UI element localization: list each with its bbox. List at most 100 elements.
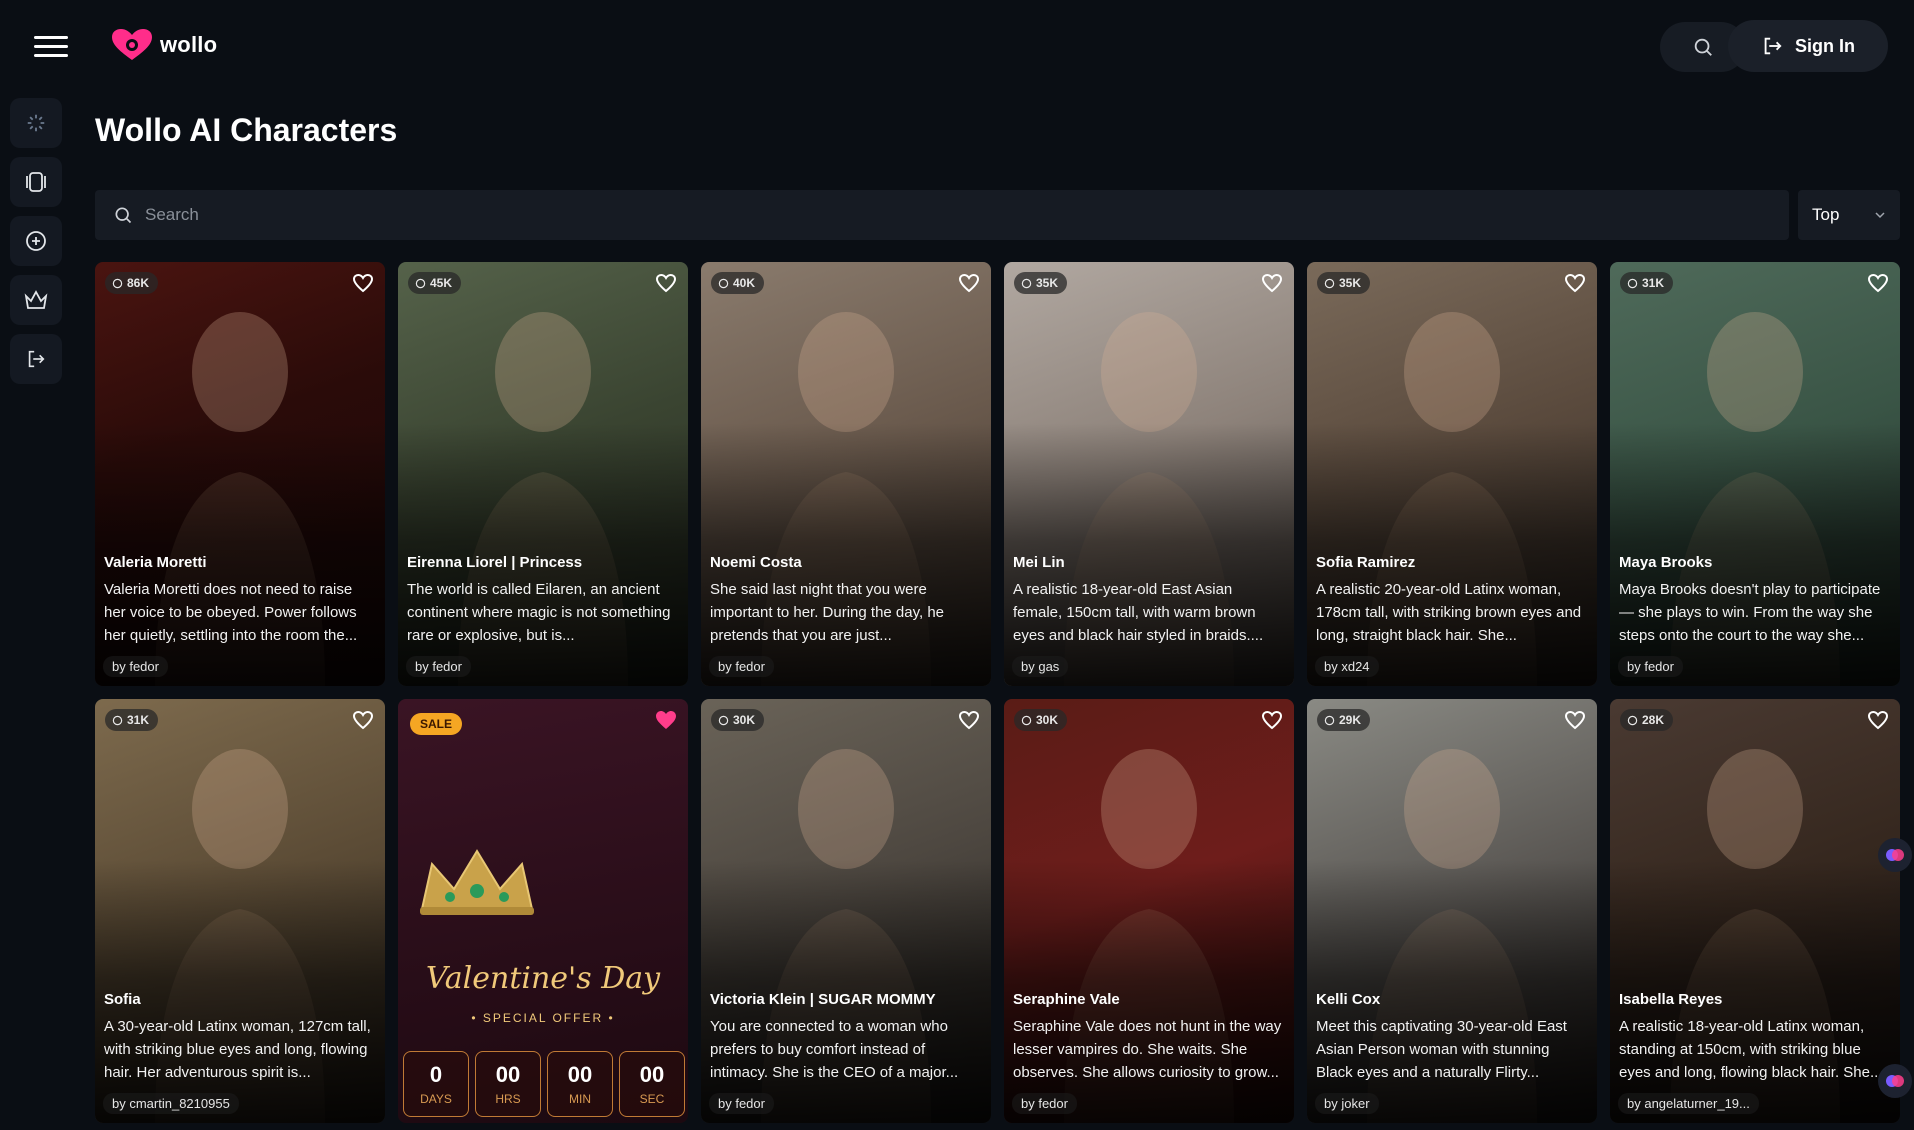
heart-logo-icon xyxy=(112,29,152,60)
sort-dropdown[interactable]: Top xyxy=(1798,190,1900,240)
character-author[interactable]: by gas xyxy=(1012,656,1069,677)
heart-icon[interactable] xyxy=(1866,271,1890,295)
chat-count-badge: 28K xyxy=(1620,709,1674,731)
heart-icon[interactable] xyxy=(1260,708,1284,732)
heart-filled-icon[interactable] xyxy=(654,708,678,732)
countdown-value: 00 xyxy=(567,1062,593,1087)
character-author[interactable]: by fedor xyxy=(709,656,774,677)
chat-count: 45K xyxy=(430,276,453,290)
promo-title: Valentine's Day xyxy=(425,961,661,996)
heart-icon[interactable] xyxy=(351,271,375,295)
heart-icon[interactable] xyxy=(1563,708,1587,732)
chat-count: 29K xyxy=(1339,713,1362,727)
heart-icon[interactable] xyxy=(1260,271,1284,295)
plus-circle-icon xyxy=(26,231,46,251)
character-author[interactable]: by fedor xyxy=(406,656,471,677)
sign-in-button[interactable]: Sign In xyxy=(1728,20,1888,72)
character-card[interactable]: 30K Seraphine Vale Seraphine Vale does n… xyxy=(1004,699,1294,1123)
character-description: A realistic 18-year-old East Asian femal… xyxy=(1013,581,1264,644)
character-author[interactable]: by fedor xyxy=(1012,1093,1077,1114)
character-name: Eirenna Liorel | Princess xyxy=(407,554,583,571)
chat-bubble-icon xyxy=(1324,715,1335,725)
hamburger-menu-icon[interactable] xyxy=(34,36,68,57)
heart-icon[interactable] xyxy=(1563,271,1587,295)
countdown-value: 00 xyxy=(495,1062,521,1087)
chat-count: 35K xyxy=(1339,276,1362,290)
character-name: Noemi Costa xyxy=(710,554,802,571)
countdown-value: 00 xyxy=(639,1062,665,1087)
promo-subtitle: • SPECIAL OFFER • xyxy=(471,1011,615,1025)
search-icon xyxy=(1694,38,1712,56)
brand-name: wollo xyxy=(160,32,218,57)
character-description: She said last night that you were import… xyxy=(710,581,945,644)
character-author[interactable]: by fedor xyxy=(709,1093,774,1114)
sidebar-item-create[interactable] xyxy=(10,216,62,266)
crown-icon xyxy=(24,290,48,309)
character-author[interactable]: by xd24 xyxy=(1315,656,1379,677)
character-author[interactable]: by angelaturner_19... xyxy=(1618,1093,1759,1114)
countdown-box: 00 SEC xyxy=(619,1051,685,1117)
chat-count-badge: 86K xyxy=(105,272,159,294)
orb-icon xyxy=(1886,1075,1904,1087)
search-input[interactable] xyxy=(145,205,1645,225)
chat-count: 35K xyxy=(1036,276,1059,290)
search-icon xyxy=(115,207,132,224)
countdown-unit: HRS xyxy=(495,1092,521,1106)
character-card[interactable]: 30K Victoria Klein | SUGAR MOMMY You are… xyxy=(701,699,991,1123)
chat-count-badge: 45K xyxy=(408,272,462,294)
heart-icon[interactable] xyxy=(351,708,375,732)
crown-illustration xyxy=(420,849,534,915)
top-header: wollo Sign In xyxy=(0,0,1914,92)
sidebar-item-premium[interactable] xyxy=(10,275,62,325)
sidebar-item-cards[interactable] xyxy=(10,157,62,207)
character-name: Mei Lin xyxy=(1013,554,1065,571)
countdown-timer: 0 DAYS 00 HRS 00 MIN 00 SEC xyxy=(403,1051,685,1117)
chat-bubble-icon xyxy=(112,278,123,288)
character-description: The world is called Eilaren, an ancient … xyxy=(407,581,671,644)
brand-logo[interactable]: wollo xyxy=(110,28,217,62)
character-card[interactable]: 29K Kelli Cox Meet this captivating 30-y… xyxy=(1307,699,1597,1123)
chat-count: 31K xyxy=(127,713,150,727)
chat-count-badge: 31K xyxy=(1620,272,1674,294)
chevron-down-icon xyxy=(1875,212,1885,219)
character-card[interactable]: 45K Eirenna Liorel | Princess The world … xyxy=(398,262,688,686)
character-card[interactable]: 35K Sofia Ramirez A realistic 20-year-ol… xyxy=(1307,262,1597,686)
chat-count: 31K xyxy=(1642,276,1665,290)
character-card[interactable]: 31K Sofia A 30-year-old Latinx woman, 12… xyxy=(95,699,385,1123)
character-description: Valeria Moretti does not need to raise h… xyxy=(104,581,358,644)
chat-count: 40K xyxy=(733,276,756,290)
chat-bubble-icon xyxy=(1627,715,1638,725)
sale-badge: SALE xyxy=(410,713,463,735)
chat-bubble-icon xyxy=(718,715,729,725)
sidebar-item-logout[interactable] xyxy=(10,334,62,384)
logout-icon xyxy=(28,350,45,368)
sort-value: Top xyxy=(1812,205,1840,224)
heart-icon[interactable] xyxy=(1866,708,1890,732)
character-name: Valeria Moretti xyxy=(104,554,207,571)
heart-icon[interactable] xyxy=(654,271,678,295)
character-author[interactable]: by cmartin_8210955 xyxy=(103,1093,239,1114)
countdown-unit: SEC xyxy=(639,1092,665,1106)
floating-widget-button[interactable] xyxy=(1878,1064,1912,1098)
character-card[interactable]: 31K Maya Brooks Maya Brooks doesn't play… xyxy=(1610,262,1900,686)
character-card[interactable]: 28K Isabella Reyes A realistic 18-year-o… xyxy=(1610,699,1900,1123)
character-name: Seraphine Vale xyxy=(1013,991,1120,1008)
character-card[interactable]: 35K Mei Lin A realistic 18-year-old East… xyxy=(1004,262,1294,686)
heart-icon[interactable] xyxy=(957,708,981,732)
character-author[interactable]: by fedor xyxy=(103,656,168,677)
promo-card[interactable]: SALE Valentine's Day • SPECIAL OFFER • 0… xyxy=(398,699,688,1123)
heart-icon[interactable] xyxy=(957,271,981,295)
countdown-box: 00 HRS xyxy=(475,1051,541,1117)
floating-widget-button[interactable] xyxy=(1878,838,1912,872)
sidebar-item-explore[interactable] xyxy=(10,98,62,148)
countdown-value: 0 xyxy=(429,1062,443,1087)
character-description: A 30-year-old Latinx woman, 127cm tall, … xyxy=(104,1018,371,1081)
chat-count: 28K xyxy=(1642,713,1665,727)
character-description: You are connected to a woman who prefers… xyxy=(710,1018,959,1081)
sparkle-icon xyxy=(27,114,45,132)
character-author[interactable]: by fedor xyxy=(1618,656,1683,677)
character-card[interactable]: 86K Valeria Moretti Valeria Moretti does… xyxy=(95,262,385,686)
character-author[interactable]: by joker xyxy=(1315,1093,1379,1114)
character-card[interactable]: 40K Noemi Costa She said last night that… xyxy=(701,262,991,686)
character-grid: 86K Valeria Moretti Valeria Moretti does… xyxy=(95,262,1900,1123)
